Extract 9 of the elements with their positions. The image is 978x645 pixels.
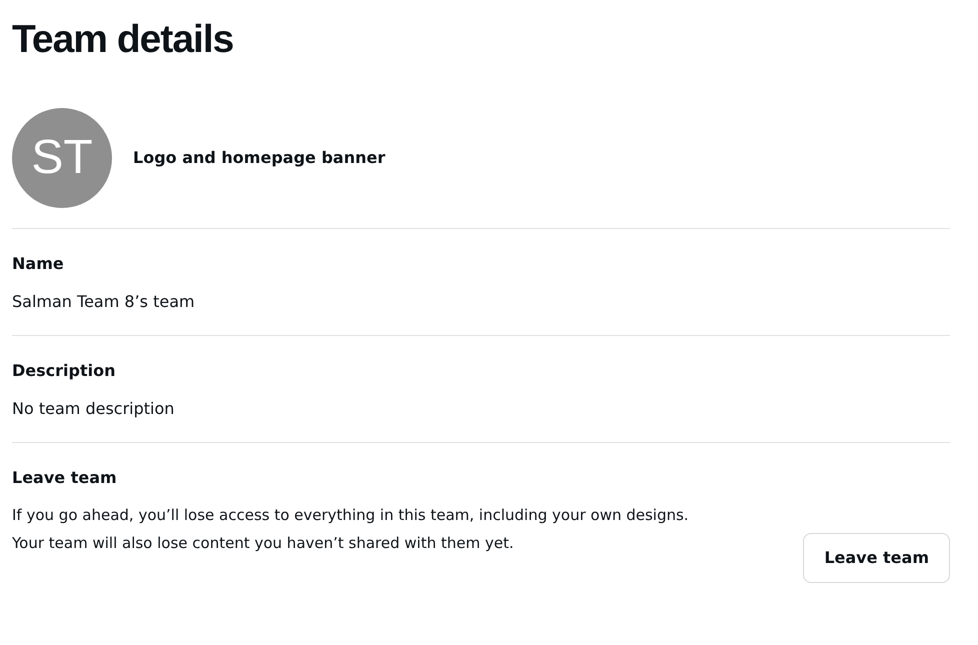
field-label: Description bbox=[12, 360, 116, 382]
field-value: No team description bbox=[12, 398, 176, 420]
leave-warning: If you go ahead, you’ll lose access to everything in this team, including your own designs. Your team will also lose content you haven’t shared with them yet. bbox=[12, 505, 689, 554]
page-title: Team details bbox=[12, 17, 234, 63]
field-label: Name bbox=[12, 253, 65, 275]
avatar-label: Logo and homepage banner bbox=[133, 147, 386, 169]
field-value: Salman Team 8’s team bbox=[12, 291, 196, 313]
section-label: Leave team bbox=[12, 467, 118, 489]
leave-team-button[interactable]: Leave team bbox=[803, 533, 950, 583]
